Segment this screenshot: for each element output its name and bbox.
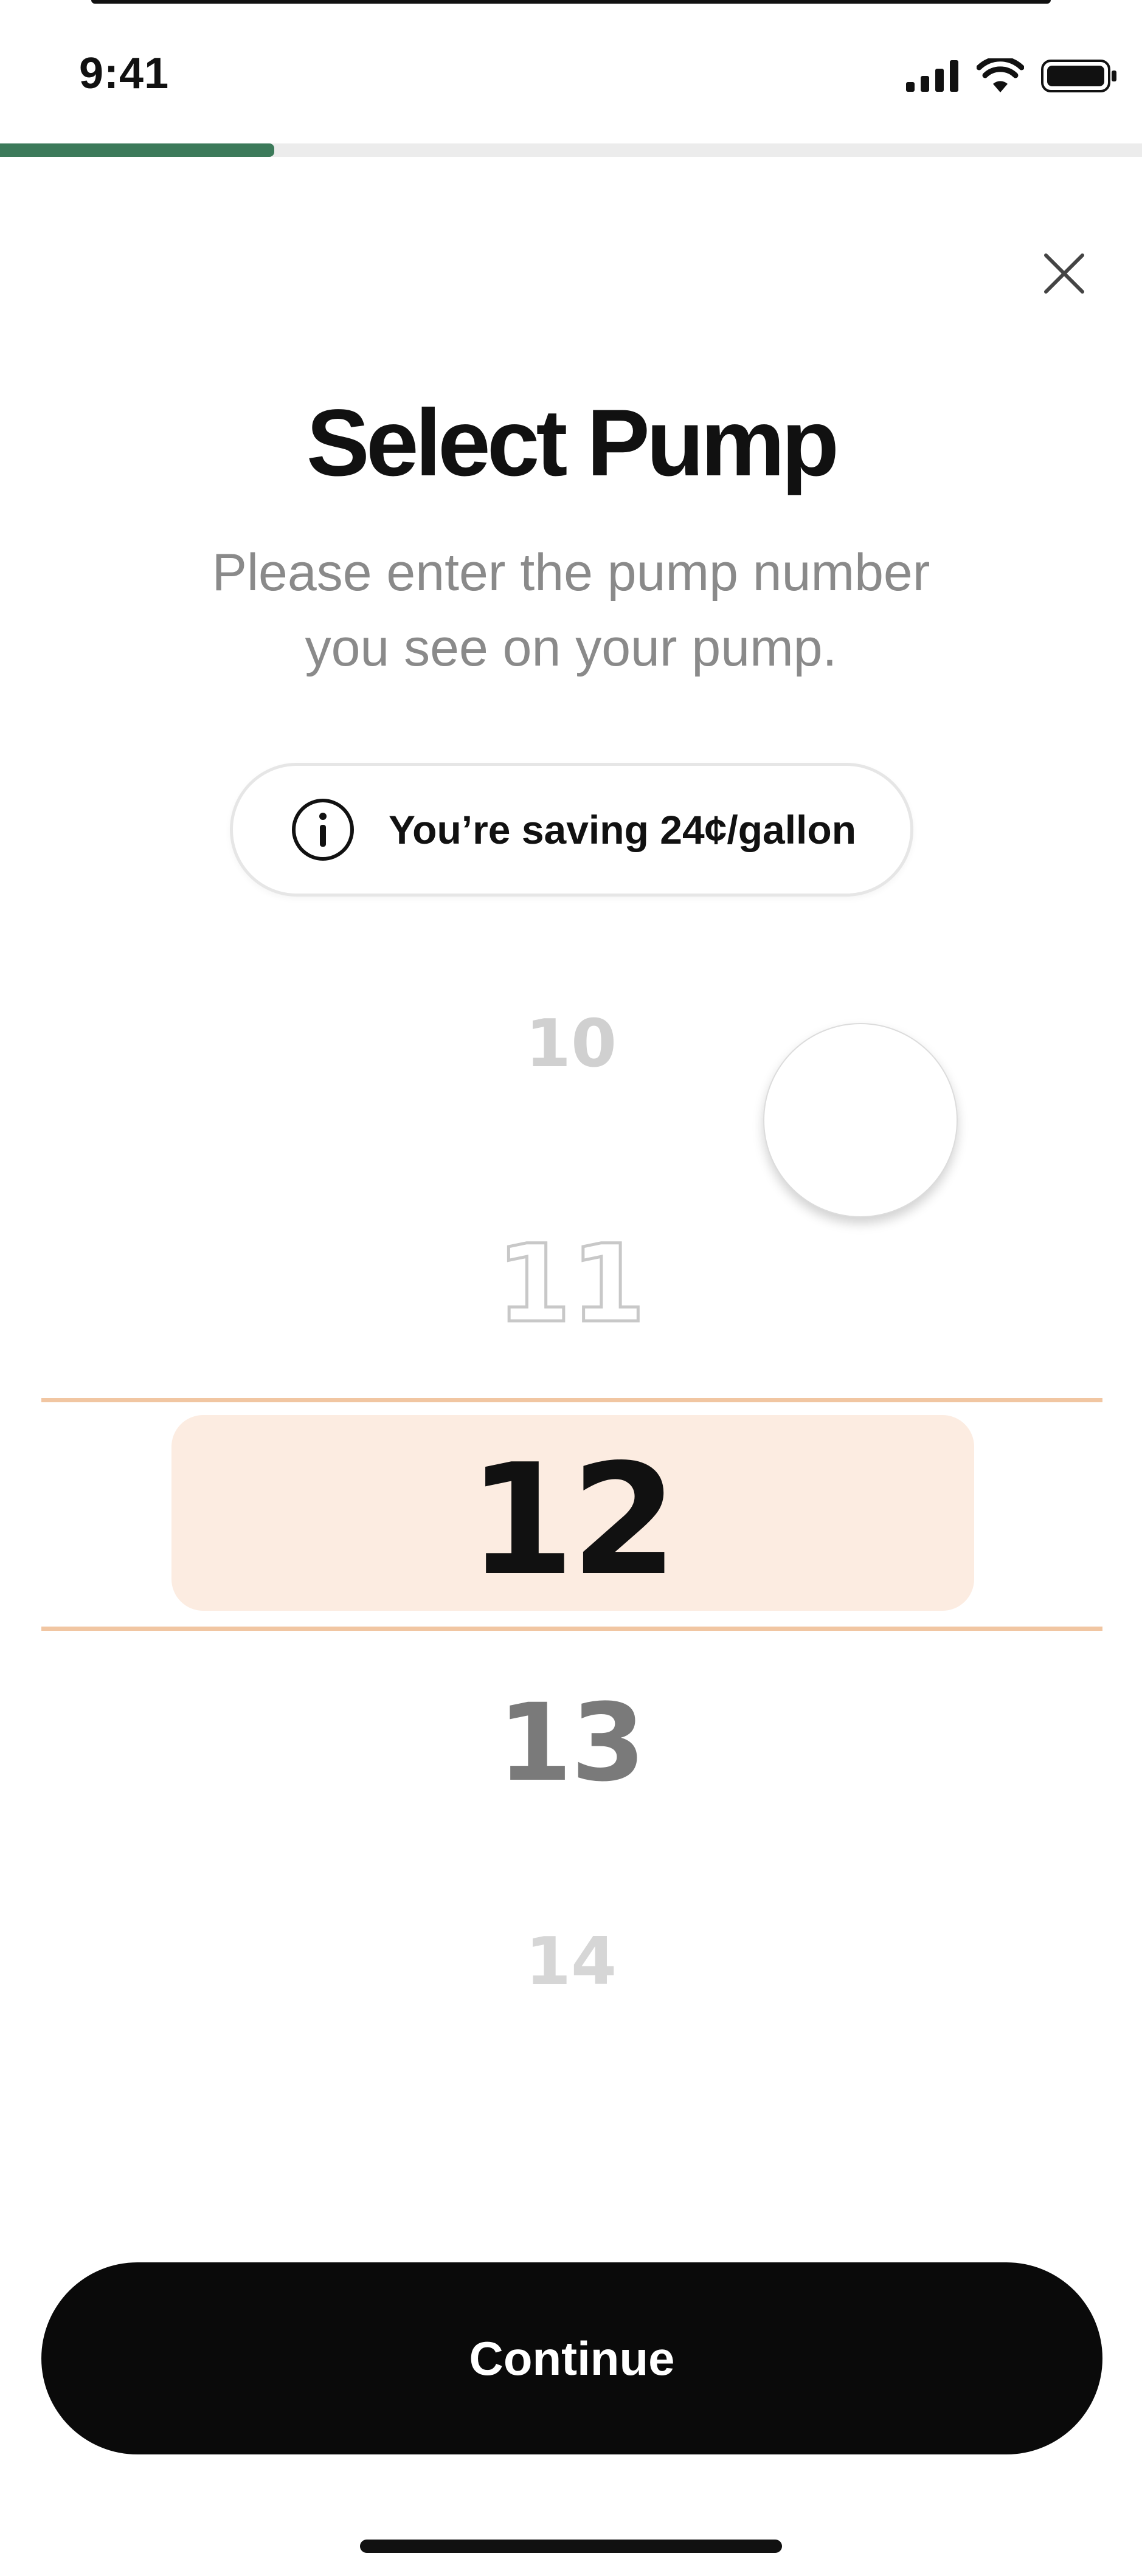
status-icons bbox=[906, 55, 1118, 97]
home-indicator[interactable] bbox=[360, 2540, 782, 2553]
subtitle-line-2: you see on your pump. bbox=[305, 619, 837, 677]
continue-label: Continue bbox=[469, 2331, 675, 2385]
continue-button[interactable]: Continue bbox=[41, 2262, 1102, 2454]
wifi-icon bbox=[977, 58, 1024, 92]
progress-fill bbox=[0, 143, 274, 157]
page-title: Select Pump bbox=[306, 390, 839, 496]
picker-option[interactable]: 14 bbox=[0, 1924, 1142, 2000]
info-icon bbox=[292, 799, 354, 861]
picker-option-selected[interactable]: 12 bbox=[0, 1431, 1142, 1610]
close-icon bbox=[1044, 253, 1084, 294]
picker-option[interactable]: 13 bbox=[0, 1681, 1142, 1805]
page-subtitle: Please enter the pump number you see on … bbox=[0, 535, 1142, 686]
status-time: 9:41 bbox=[79, 49, 170, 98]
progress-bar bbox=[0, 143, 1142, 157]
savings-text: You’re saving 24¢/gallon bbox=[389, 807, 857, 852]
picker-selection-bottom-line bbox=[41, 1627, 1102, 1631]
battery-icon bbox=[1041, 60, 1116, 92]
subtitle-line-1: Please enter the pump number bbox=[212, 543, 930, 602]
picker-option[interactable]: 10 bbox=[0, 1006, 1142, 1082]
signal-icon bbox=[906, 60, 958, 92]
device-frame-edge bbox=[91, 0, 1051, 4]
picker-selection-top-line bbox=[41, 1398, 1102, 1402]
savings-info-pill[interactable]: You’re saving 24¢/gallon bbox=[230, 763, 913, 897]
close-button[interactable] bbox=[1034, 243, 1095, 304]
touch-indicator bbox=[763, 1023, 958, 1217]
picker-option[interactable]: 11 bbox=[0, 1221, 1142, 1348]
